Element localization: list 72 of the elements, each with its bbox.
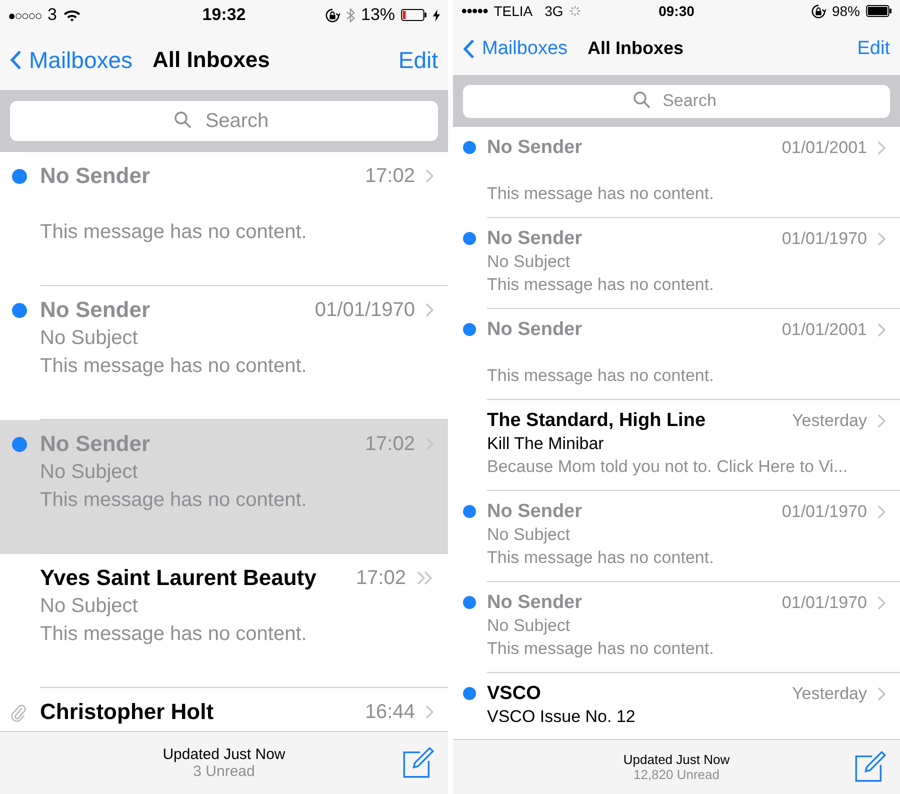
message-date: 16:44 (364, 700, 415, 724)
screen-title: All Inboxes (586, 38, 685, 59)
message-subject: No Subject (487, 251, 572, 273)
update-status: Updated Just Now (623, 752, 730, 767)
carrier-name: TELIA (494, 3, 533, 19)
message-preview: This message has no content. (40, 220, 308, 245)
message-subject: Kill The Minibar (487, 433, 605, 455)
signal-strength-dots: ●○○○○ (8, 8, 42, 22)
message-subject: No Subject (40, 460, 139, 485)
message-subject: No Subject (40, 594, 139, 619)
message-date: 17:02 (356, 566, 406, 590)
sender-name: Yves Saint Laurent Beauty (40, 565, 318, 591)
clock-time: 19:32 (202, 5, 246, 24)
message-date: 01/01/2001 (782, 320, 867, 340)
message-date: 01/01/2001 (782, 138, 867, 158)
message-date: 17:02 (364, 432, 415, 456)
message-subject: No Subject (40, 326, 139, 351)
search-field[interactable]: Search (463, 84, 890, 118)
message-date: 17:02 (364, 164, 415, 188)
message-row[interactable]: No Sender 17:02 No Subject This message has no content. (0, 420, 448, 554)
message-date: 01/01/1970 (782, 228, 867, 248)
message-date: 01/01/1970 (782, 502, 867, 522)
search-icon (174, 111, 192, 129)
message-preview: This message has no content. (487, 274, 715, 296)
sender-name: The Standard, High Line (487, 410, 707, 432)
sender-name: VSCO (487, 682, 542, 704)
back-button[interactable]: Mailboxes (463, 38, 568, 60)
compose-button[interactable] (854, 751, 886, 783)
back-chevron-icon (10, 50, 22, 70)
unread-count: 3 Unread (193, 763, 255, 780)
edit-button[interactable]: Edit (857, 38, 890, 60)
message-preview: Because Mom told you not to. Click Here to Vi... (487, 456, 849, 478)
sender-name: No Sender (487, 228, 584, 250)
battery-percentage: 13% (360, 5, 396, 25)
message-subject: VSCO Issue No. 12 (487, 706, 636, 728)
message-date: 01/01/1970 (782, 592, 867, 612)
compose-icon (854, 751, 886, 783)
search-icon (633, 91, 652, 109)
sender-name: No Sender (487, 318, 584, 340)
signal-strength-dots: ●●●●● (461, 5, 488, 17)
sender-name: Christopher Holt (40, 699, 215, 725)
screen-title: All Inboxes (152, 47, 271, 73)
message-preview: This message has no content. (40, 622, 308, 647)
message-subject: No Subject (487, 524, 572, 546)
search-field[interactable]: Search (10, 101, 438, 141)
sender-name: No Sender (487, 136, 584, 158)
message-date: Yesterday (792, 684, 867, 704)
sender-name: No Sender (40, 163, 152, 189)
sender-name: No Sender (487, 500, 584, 522)
message-preview: This message has no content. (487, 183, 715, 205)
compose-icon (402, 747, 434, 779)
sender-name: No Sender (40, 297, 152, 323)
back-chevron-icon (463, 38, 475, 58)
unread-count: 12,820 Unread (633, 767, 720, 782)
update-status: Updated Just Now (162, 746, 286, 763)
clock-time: 09:30 (658, 3, 694, 19)
network-type: 3G (544, 3, 564, 19)
message-preview: This message has no content. (40, 354, 308, 379)
compose-button[interactable] (402, 747, 434, 779)
sender-name: No Sender (487, 592, 584, 614)
message-subject: No Subject (487, 615, 572, 637)
edit-button[interactable]: Edit (398, 46, 438, 74)
sender-name: No Sender (40, 431, 152, 457)
carrier-name: 3 (48, 5, 57, 25)
back-button[interactable]: Mailboxes (10, 46, 133, 74)
message-preview: This message has no content. (487, 638, 715, 660)
message-date: 01/01/1970 (314, 298, 415, 322)
message-preview: This message has no content. (487, 365, 715, 387)
battery-percentage: 98% (832, 3, 860, 19)
message-date: Yesterday (792, 410, 867, 430)
message-preview: This message has no content. (487, 547, 715, 569)
message-preview: This message has no content. (40, 488, 308, 513)
